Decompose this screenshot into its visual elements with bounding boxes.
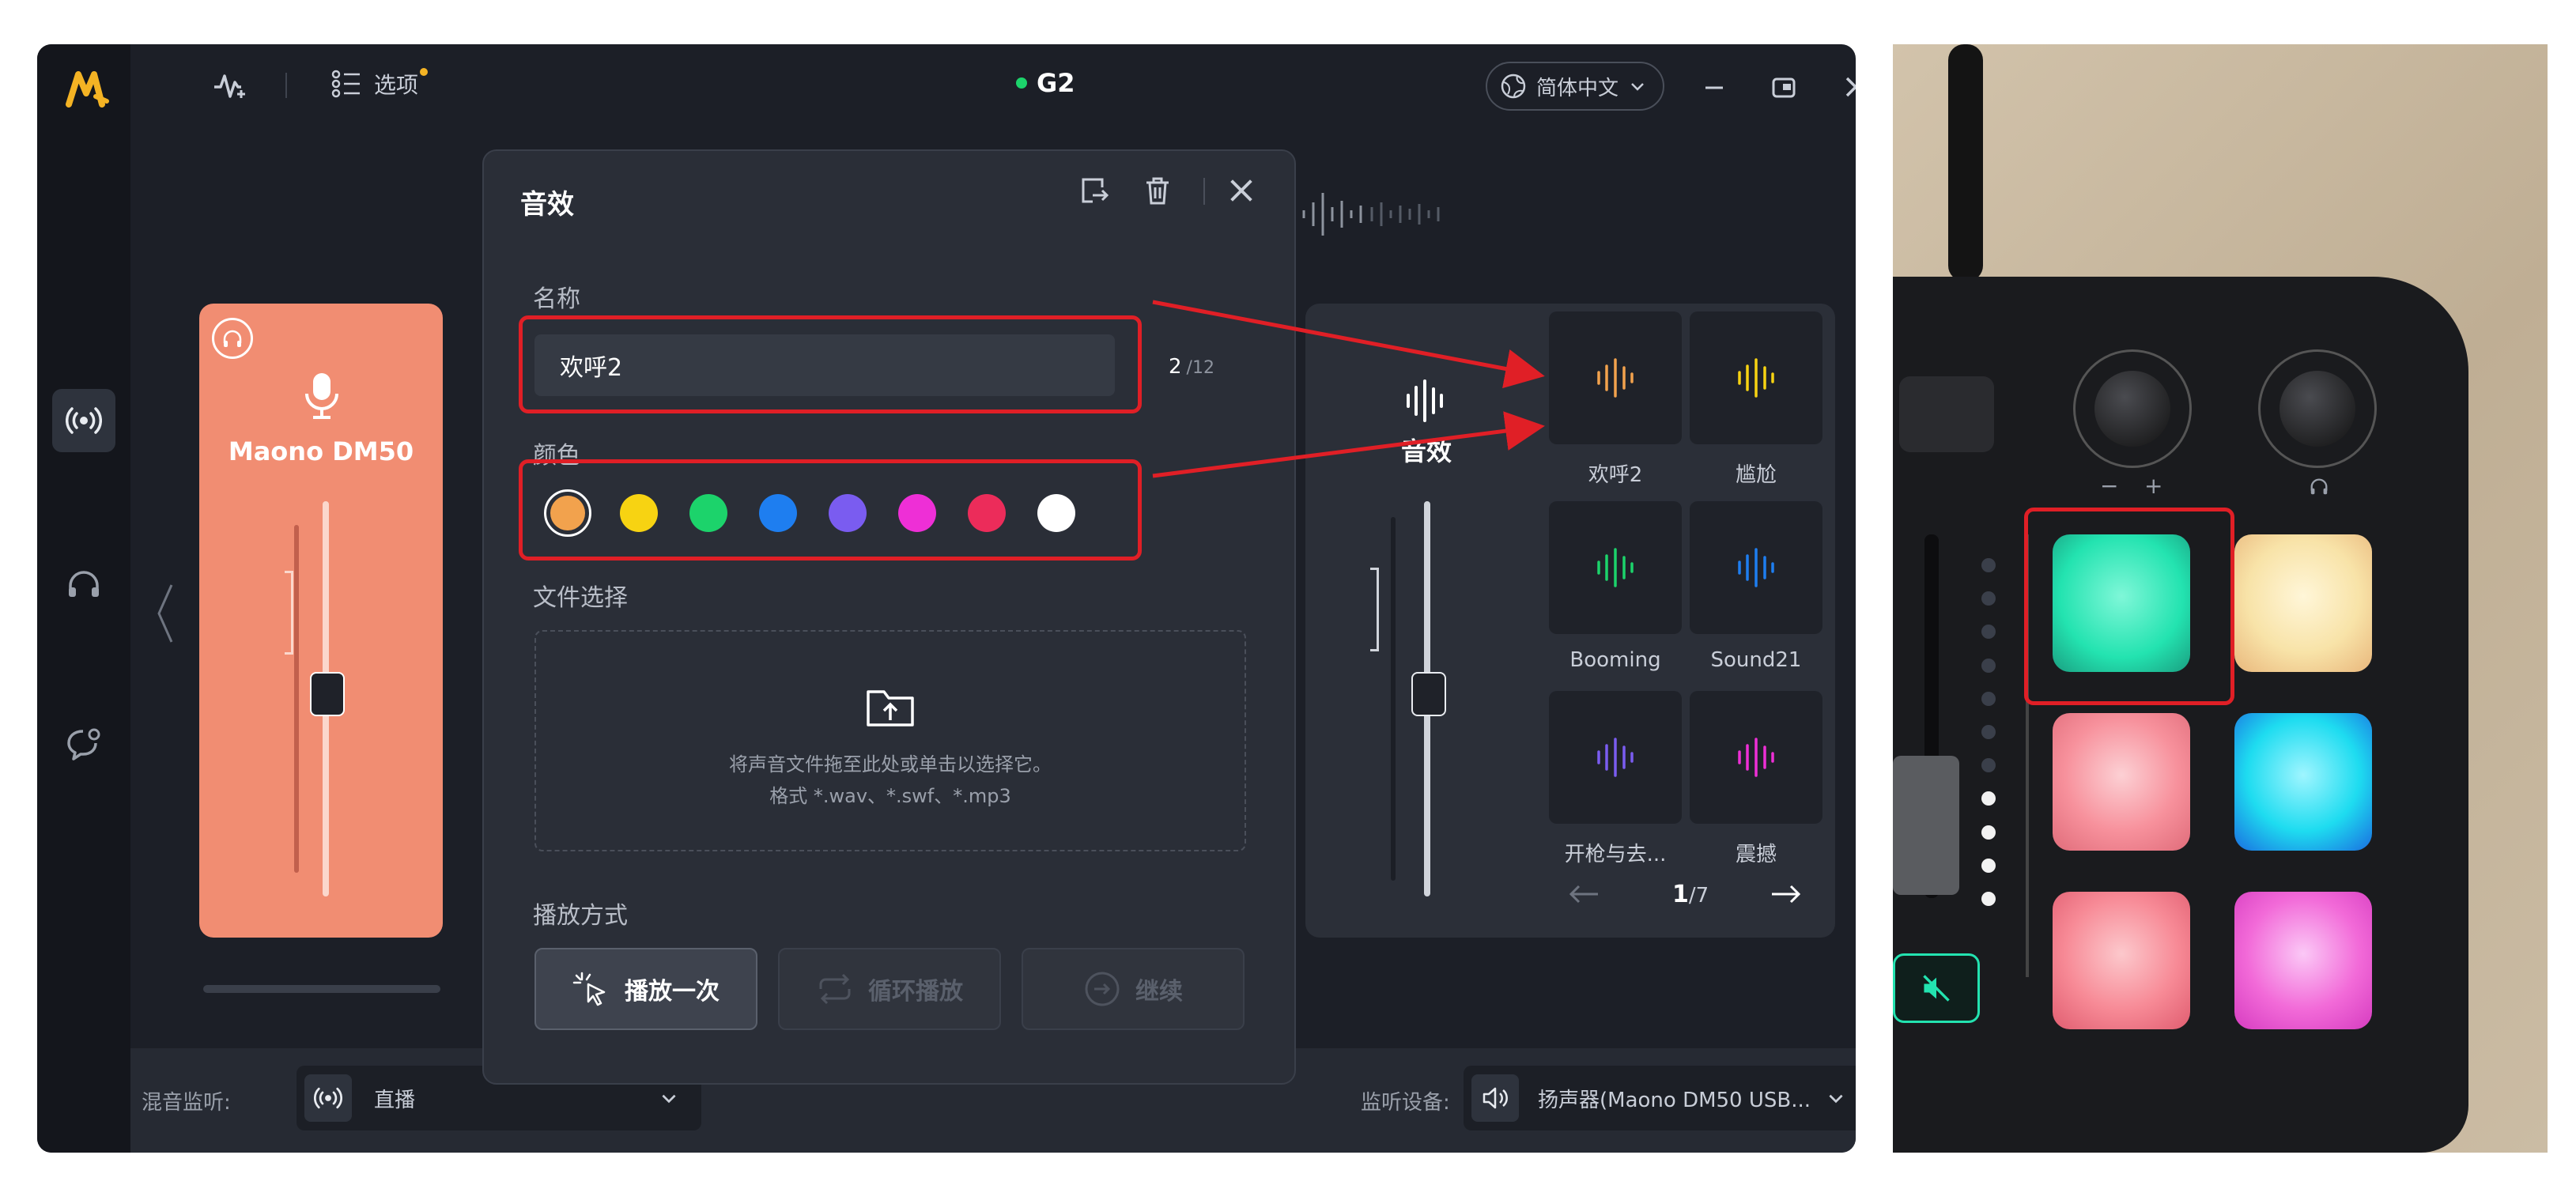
- headphones-icon: [2309, 476, 2329, 496]
- hardware-button: [1899, 376, 1994, 452]
- knob-minus-label: −: [2100, 473, 2119, 499]
- fader-cap: [1893, 756, 1959, 895]
- pad-light: [2053, 892, 2190, 1029]
- knob-plus-label: +: [2144, 473, 2163, 499]
- pad-light: [2234, 892, 2372, 1029]
- muted-speaker-icon: [1921, 972, 1952, 1004]
- volume-knob: [2073, 349, 2192, 468]
- highlight-box: [2024, 508, 2234, 705]
- device-photo: − +: [1893, 44, 2548, 1153]
- led-column: [1981, 558, 1996, 906]
- usb-cable: [1948, 44, 1983, 281]
- pad-light: [2234, 713, 2372, 851]
- pad-light: [2234, 534, 2372, 672]
- mute-button: [1893, 953, 1980, 1023]
- pad-light: [2053, 713, 2190, 851]
- headphone-knob: [2258, 349, 2377, 468]
